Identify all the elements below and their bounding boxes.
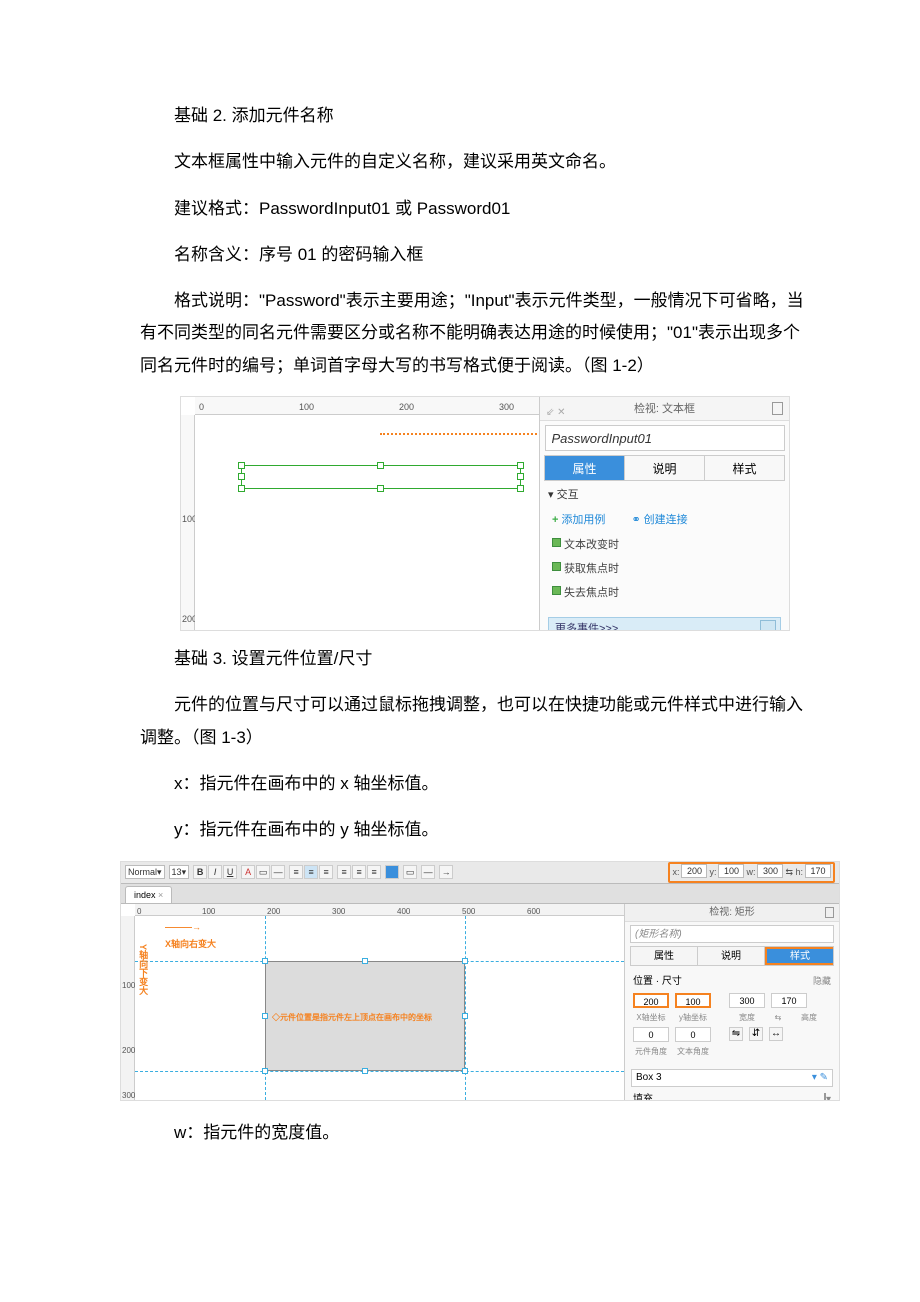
toolbar-y-input[interactable]: 100: [718, 864, 744, 878]
event-got-focus[interactable]: 获取焦点时: [564, 559, 781, 580]
annotation-y-axis: Y轴向下变大: [134, 944, 151, 995]
create-link[interactable]: ⚭创建连接: [631, 510, 687, 531]
document-tab-index[interactable]: index ×: [125, 886, 172, 903]
arrow-style-icon[interactable]: →: [439, 865, 453, 879]
tab-properties[interactable]: 属性: [631, 947, 698, 965]
para-2: 文本框属性中输入元件的自定义名称，建议采用英文命名。: [140, 146, 810, 178]
interactions-section: ▾ 交互 +添加用例 ⚭创建连接 文本改变时 获取焦点时 失去焦点时: [540, 481, 789, 610]
selected-text-field[interactable]: [241, 465, 521, 489]
fig1-canvas-area: 0 100 200 300 100 200: [181, 397, 541, 630]
flip-v-icon[interactable]: ⇵: [749, 1027, 763, 1041]
more-events-button[interactable]: 更多事件>>>: [548, 617, 781, 632]
inspector-header: ⇙ ✕ 检视: 文本框: [540, 397, 789, 421]
pin-icon[interactable]: ⇙ ✕: [546, 401, 566, 425]
valign-mid-icon[interactable]: ≡: [352, 865, 366, 879]
canvas[interactable]: [195, 415, 541, 630]
para-1: 基础 2. 添加元件名称: [140, 100, 810, 132]
para-6: 基础 3. 设置元件位置/尺寸: [140, 643, 810, 675]
para-3: 建议格式：PasswordInput01 或 Password01: [140, 193, 810, 225]
panel-text-rotation-input[interactable]: 0: [675, 1027, 711, 1042]
align-left-icon[interactable]: ≡: [289, 865, 303, 879]
document-tab-bar: index ×: [121, 884, 839, 904]
page-icon[interactable]: [825, 907, 834, 918]
fill-row: 填充 ▾: [631, 1091, 833, 1101]
panel-x-input[interactable]: 200: [633, 993, 669, 1008]
coord-inputs-highlight: x: 200 y: 100 w: 300 ⇆ h: 170: [668, 862, 835, 883]
autosize-icon[interactable]: ↔: [769, 1027, 783, 1041]
chevron-down-icon: [760, 620, 776, 632]
ruler-vertical: 100 200: [181, 415, 195, 631]
para-9: y：指元件在画布中的 y 轴坐标值。: [140, 814, 810, 846]
annotation-x-axis: ———→ X轴向右变大: [165, 919, 216, 953]
widget-name-input[interactable]: [545, 425, 785, 451]
widget-name-input[interactable]: (矩形名称): [630, 925, 834, 943]
panel-y-input[interactable]: 100: [675, 993, 711, 1008]
tab-style[interactable]: 样式: [705, 456, 784, 480]
fill-color-button[interactable]: [385, 865, 399, 879]
line-icon[interactable]: —: [271, 865, 285, 879]
tab-style[interactable]: 样式: [765, 947, 833, 965]
toolbar-w-input[interactable]: 300: [757, 864, 783, 878]
italic-button[interactable]: I: [208, 865, 222, 879]
inspector-panel: 检视: 矩形 (矩形名称) 属性 说明 样式 位置 · 尺寸 隐藏 200 10…: [624, 904, 839, 1100]
pos-size-label: 位置 · 尺寸: [633, 972, 682, 991]
hide-link[interactable]: 隐藏: [813, 973, 831, 990]
page-icon[interactable]: [772, 402, 783, 415]
tab-notes[interactable]: 说明: [625, 456, 705, 480]
event-text-change[interactable]: 文本改变时: [564, 535, 781, 556]
annotation-origin: ◇元件位置是指元件左上顶点在画布中的坐标: [272, 1010, 432, 1025]
selected-rectangle[interactable]: ◇元件位置是指元件左上顶点在画布中的坐标: [265, 961, 465, 1071]
valign-top-icon[interactable]: ≡: [337, 865, 351, 879]
figure-1-3: Normal ▾ 13 ▾ B I U A ▭ — ≡ ≡ ≡ ≡ ≡ ≡ ▭ …: [120, 861, 840, 1101]
para-5: 格式说明："Password"表示主要用途；"Input"表示元件类型，一般情况…: [140, 285, 810, 382]
ruler-vertical: 100 200 300: [121, 916, 135, 1100]
format-toolbar: Normal ▾ 13 ▾ B I U A ▭ — ≡ ≡ ≡ ≡ ≡ ≡ ▭ …: [121, 862, 839, 884]
figure-1-2: www.bdocx.com 0 100 200 300 100 200: [180, 396, 790, 631]
tab-properties[interactable]: 属性: [545, 456, 625, 480]
flip-h-icon[interactable]: ⇋: [729, 1027, 743, 1041]
outer-border-icon[interactable]: ▭: [403, 865, 417, 879]
inspector-panel: ⇙ ✕ 检视: 文本框 属性 说明 样式 ▾ 交互 +添加用例 ⚭创建连接 文本…: [539, 397, 789, 630]
para-7: 元件的位置与尺寸可以通过鼠标拖拽调整，也可以在快捷功能或元件样式中进行输入调整。…: [140, 689, 810, 754]
event-lost-focus[interactable]: 失去焦点时: [564, 583, 781, 604]
panel-h-input[interactable]: 170: [771, 993, 807, 1008]
panel-rotation-input[interactable]: 0: [633, 1027, 669, 1042]
toolbar-x-input[interactable]: 200: [681, 864, 707, 878]
inspector-tabs: 属性 说明 样式: [630, 946, 834, 966]
toolbar-h-input[interactable]: 170: [805, 864, 831, 878]
ruler-horizontal: 0 100 200 300 400 500 600: [135, 904, 624, 916]
add-case-link[interactable]: +添加用例: [552, 510, 605, 531]
bold-button[interactable]: B: [193, 865, 207, 879]
para-4: 名称含义：序号 01 的密码输入框: [140, 239, 810, 271]
style-preset-dropdown[interactable]: Box 3 ▾ ✎: [631, 1069, 833, 1087]
canvas[interactable]: ———→ X轴向右变大 Y轴向下变大 ◇元件位置是指元件左上顶点在画布中的坐标: [135, 916, 624, 1100]
line-style-icon[interactable]: —: [421, 865, 435, 879]
para-10: w：指元件的宽度值。: [140, 1117, 810, 1149]
tab-notes[interactable]: 说明: [698, 947, 765, 965]
underline-button[interactable]: U: [223, 865, 237, 879]
inspector-header: 检视: 矩形: [625, 904, 839, 922]
valign-bot-icon[interactable]: ≡: [367, 865, 381, 879]
align-center-icon[interactable]: ≡: [304, 865, 318, 879]
font-size-dropdown[interactable]: 13 ▾: [169, 865, 190, 879]
border-icon[interactable]: ▭: [256, 865, 270, 879]
style-dropdown[interactable]: Normal ▾: [125, 865, 165, 879]
annotation-arrow: [380, 433, 560, 469]
font-color-button[interactable]: A: [241, 865, 255, 879]
para-8: x：指元件在画布中的 x 轴坐标值。: [140, 768, 810, 800]
interactions-header[interactable]: ▾ 交互: [548, 485, 781, 506]
fig2-canvas-area: 0 100 200 300 400 500 600 100 200 300 ——…: [121, 904, 624, 1100]
align-right-icon[interactable]: ≡: [319, 865, 333, 879]
ruler-horizontal: 0 100 200 300: [195, 397, 541, 415]
panel-w-input[interactable]: 300: [729, 993, 765, 1008]
inspector-tabs: 属性 说明 样式: [544, 455, 785, 481]
